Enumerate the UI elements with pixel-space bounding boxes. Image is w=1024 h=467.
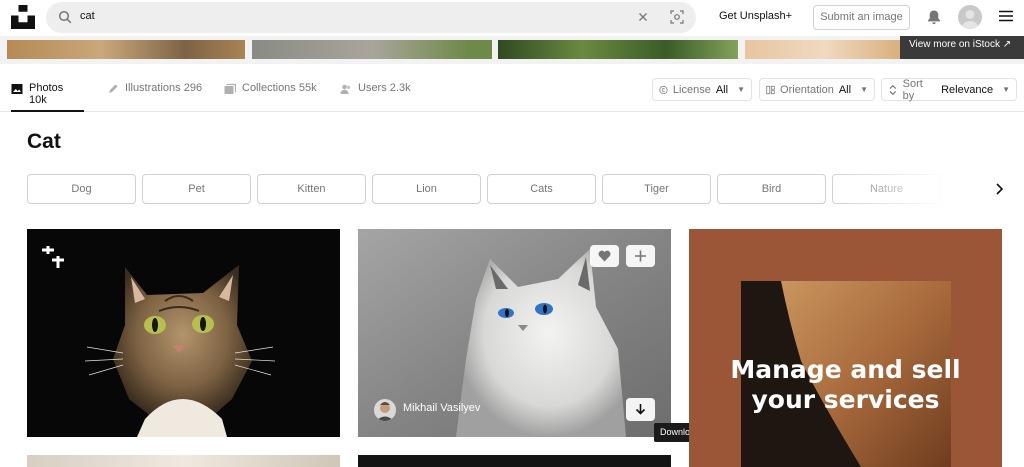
sponsored-thumbnail[interactable] (745, 40, 905, 59)
page-title: Cat (27, 130, 61, 153)
photo-card[interactable] (358, 455, 671, 467)
view-more-istock-link[interactable]: View more on iStock ↗ (900, 36, 1024, 59)
tab-users[interactable]: Users 2.3k (340, 82, 411, 112)
collections-icon (224, 83, 236, 94)
ad-headline: Manage and sell your services (689, 355, 1002, 415)
caret-down-icon: ▼ (1002, 85, 1010, 94)
top-nav: cat Get Unsplash+ Submit an image (0, 0, 1024, 36)
submit-image-button[interactable]: Submit an image (813, 5, 910, 30)
tab-collections-label: Collections (242, 82, 296, 94)
ad-headline-line1: Manage and sell (730, 355, 961, 384)
unsplash-logo[interactable] (11, 5, 35, 29)
heart-icon (598, 250, 611, 262)
related-search-chip[interactable]: Tiger (602, 174, 711, 204)
photo-icon (11, 84, 23, 94)
sponsored-thumbnail[interactable] (498, 40, 738, 59)
license-filter-label: License (672, 83, 711, 96)
results-tabs: Photos 10k Illustrations 296 Collections… (0, 74, 1024, 112)
tab-photos-count: 10k (28, 94, 47, 106)
tab-users-label: Users (358, 82, 387, 94)
license-filter[interactable]: License All ▼ (652, 78, 752, 101)
istock-sponsored-strip[interactable] (0, 36, 1024, 64)
get-unsplash-plus-link[interactable]: Get Unsplash+ (719, 10, 792, 22)
photo-card[interactable] (27, 455, 340, 467)
ad-card[interactable] (689, 229, 1002, 467)
search-icon[interactable] (58, 10, 72, 24)
search-input[interactable]: cat (80, 10, 95, 22)
tabby-cat-photo (84, 265, 276, 437)
related-search-chip[interactable]: Dog (27, 174, 136, 204)
add-to-collection-button[interactable] (626, 245, 655, 267)
tab-collections[interactable]: Collections 55k (224, 82, 317, 112)
tab-photos-label: Photos (28, 82, 64, 94)
visual-search-icon[interactable] (670, 10, 684, 24)
photographer-avatar[interactable] (374, 399, 396, 421)
orientation-filter[interactable]: Orientation All ▼ (759, 78, 875, 101)
tab-collections-count: 55k (298, 82, 317, 94)
related-search-chip[interactable]: Bird (717, 174, 826, 204)
sponsored-thumbnail[interactable] (7, 40, 245, 59)
ad-headline-line2: your services (751, 385, 940, 414)
sort-filter-value: Relevance (941, 83, 994, 96)
download-button[interactable] (626, 398, 655, 421)
unsplash-plus-icon (42, 246, 64, 268)
pen-icon (109, 84, 118, 93)
license-filter-value: All (715, 83, 729, 96)
orientation-filter-value: All (838, 83, 852, 96)
related-search-chip[interactable]: Kitten (257, 174, 366, 204)
caret-down-icon: ▼ (860, 85, 868, 94)
caret-down-icon: ▼ (737, 85, 745, 94)
photographer-name[interactable]: Mikhail Vasilyev (403, 402, 480, 414)
plus-icon (635, 250, 646, 262)
users-icon (340, 84, 351, 94)
sort-icon (889, 84, 897, 95)
chips-fade-overlay (830, 172, 990, 206)
like-button[interactable] (590, 245, 619, 267)
photo-card[interactable] (27, 229, 340, 437)
related-search-chip[interactable]: Cats (487, 174, 596, 204)
download-arrow-icon (635, 404, 646, 415)
tab-illustrations-count: 296 (183, 82, 203, 94)
tab-illustrations-label: Illustrations (125, 82, 181, 94)
related-search-chip[interactable]: Pet (142, 174, 251, 204)
hamburger-menu-icon[interactable] (999, 10, 1013, 22)
tab-photos[interactable]: Photos 10k (11, 82, 84, 112)
user-avatar[interactable] (958, 5, 982, 29)
tab-illustrations[interactable]: Illustrations 296 (107, 82, 202, 112)
orientation-icon (766, 85, 775, 94)
notifications-bell-icon[interactable] (926, 9, 942, 25)
sponsored-thumbnail[interactable] (252, 40, 492, 59)
chevron-right-icon[interactable] (992, 181, 1006, 197)
related-search-chip[interactable]: Lion (372, 174, 481, 204)
orientation-filter-label: Orientation (780, 83, 834, 96)
copyright-icon (659, 85, 668, 94)
sort-filter[interactable]: Sort by Relevance ▼ (881, 77, 1017, 102)
sort-filter-label: Sort by (902, 77, 923, 102)
clear-search-icon[interactable] (636, 10, 650, 24)
search-bar[interactable]: cat (46, 2, 696, 33)
tab-users-count: 2.3k (389, 82, 411, 94)
